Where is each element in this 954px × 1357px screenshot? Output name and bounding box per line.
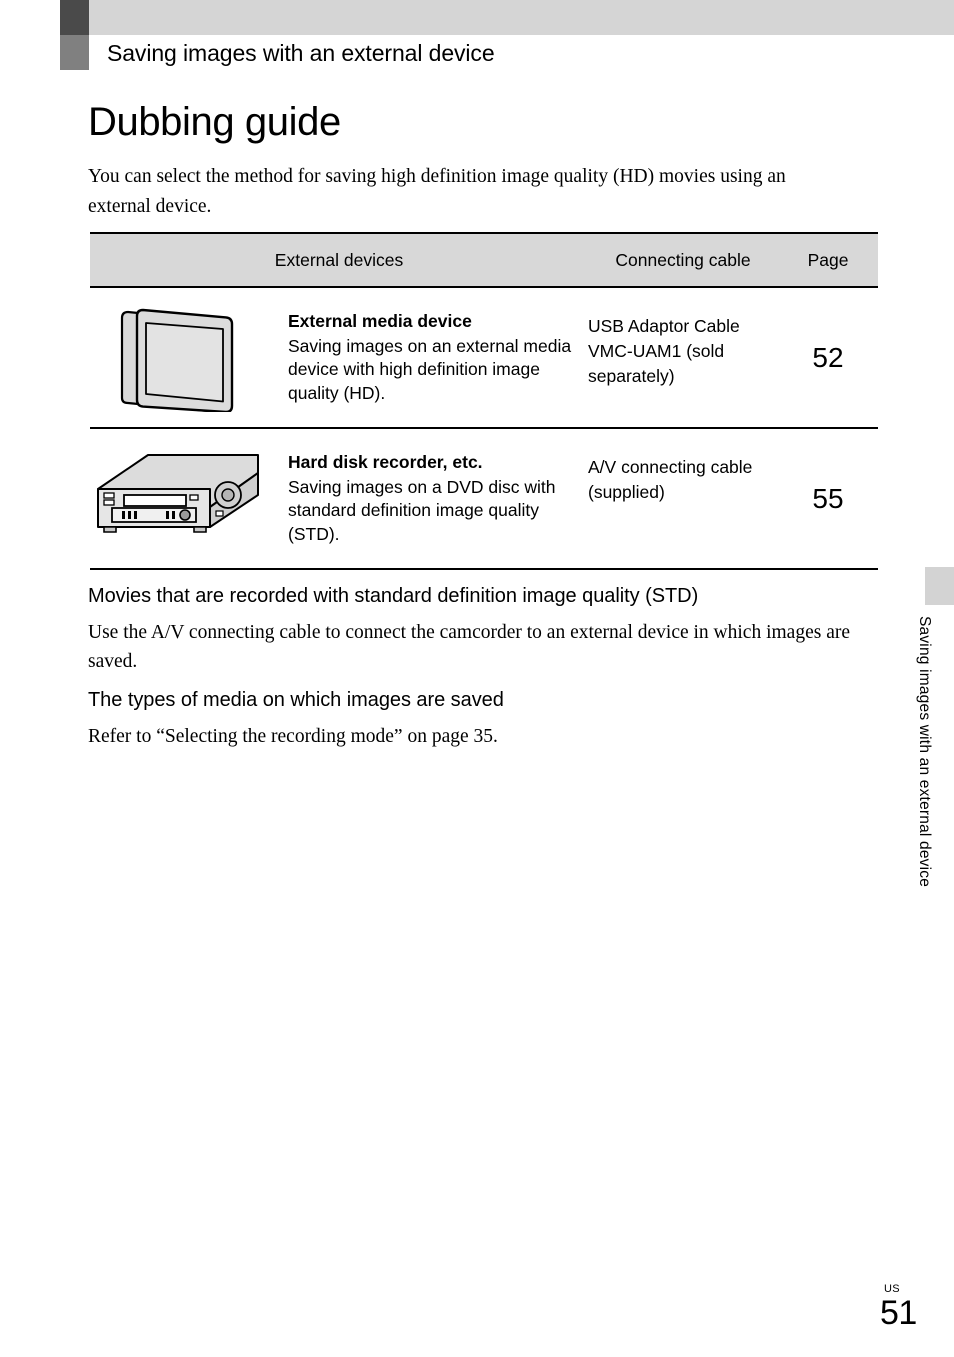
- device-illustration-cell: [90, 428, 288, 570]
- section-heading-media-types: The types of media on which images are s…: [88, 689, 504, 711]
- table-row: External media device Saving images on a…: [90, 287, 878, 429]
- device-name: External media device: [288, 311, 472, 331]
- column-header-external-devices: External devices: [90, 232, 588, 288]
- connecting-cable-cell: A/V connecting cable (supplied): [588, 428, 778, 570]
- section-body-media-types: Refer to “Selecting the recording mode” …: [88, 726, 498, 747]
- section-heading-std-movies: Movies that are recorded with standard d…: [88, 585, 699, 607]
- intro-paragraph: You can select the method for saving hig…: [88, 165, 786, 217]
- dubbing-guide-table: External devices Connecting cable Page E…: [90, 232, 878, 570]
- page-reference: 52: [778, 287, 878, 429]
- footer-page-number: 51: [880, 1294, 917, 1332]
- device-description-cell: Hard disk recorder, etc. Saving images o…: [288, 428, 588, 570]
- chapter-title: Saving images with an external device: [107, 40, 495, 66]
- connecting-cable-cell: USB Adaptor Cable VMC-UAM1 (sold separat…: [588, 287, 778, 429]
- table-row: Hard disk recorder, etc. Saving images o…: [90, 428, 878, 570]
- chapter-marker-dark-block: [60, 0, 89, 35]
- page-title: Dubbing guide: [88, 99, 341, 144]
- device-description: Saving images on an external media devic…: [288, 335, 572, 403]
- column-header-connecting-cable: Connecting cable: [588, 232, 778, 288]
- side-tab-marker: [925, 567, 954, 605]
- side-tab-label: Saving images with an external device: [916, 616, 933, 888]
- column-header-page: Page: [778, 232, 878, 288]
- top-header-band: [88, 0, 954, 35]
- device-description: Saving images on a DVD disc with standar…: [288, 476, 556, 544]
- device-name: Hard disk recorder, etc.: [288, 452, 483, 472]
- device-illustration-cell: [90, 287, 288, 429]
- page-reference: 55: [778, 428, 878, 570]
- external-media-device-icon: [90, 302, 288, 412]
- table-header-row: External devices Connecting cable Page: [90, 232, 878, 288]
- device-description-cell: External media device Saving images on a…: [288, 287, 588, 429]
- hard-disk-recorder-icon: [90, 443, 288, 535]
- section-body-std-movies: Use the A/V connecting cable to connect …: [88, 622, 850, 672]
- chapter-marker-gray-block: [60, 35, 89, 70]
